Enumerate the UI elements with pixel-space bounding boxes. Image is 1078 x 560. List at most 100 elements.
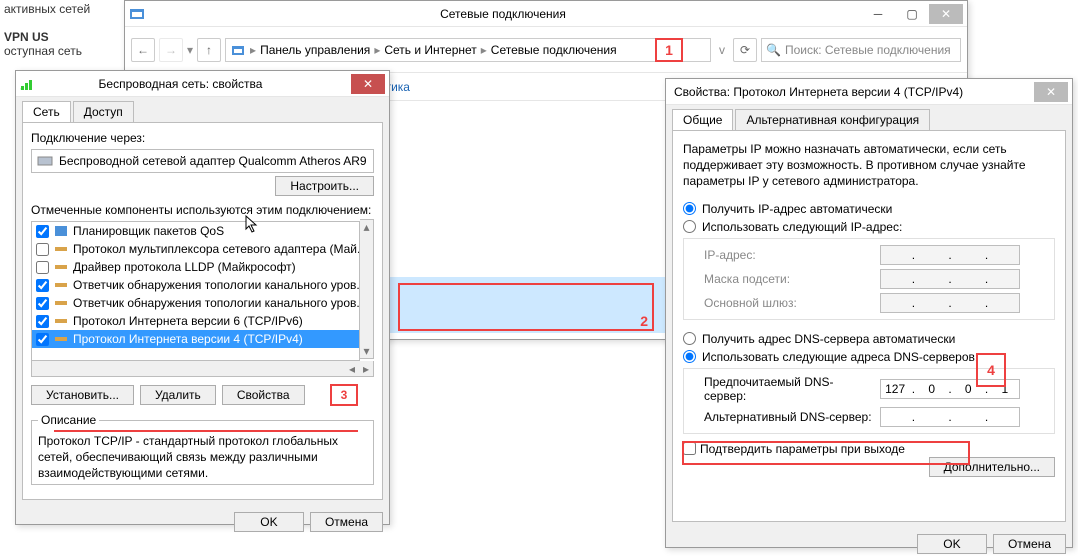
breadcrumb-sep-icon: ▸ bbox=[479, 43, 489, 57]
component-row-selected: Протокол Интернета версии 4 (TCP/IPv4) bbox=[32, 330, 359, 348]
component-row: Протокол Интернета версии 6 (TCP/IPv6) bbox=[32, 312, 359, 330]
breadcrumb-item[interactable]: Сетевые подключения bbox=[491, 43, 617, 57]
component-properties-button[interactable]: Свойства bbox=[222, 385, 305, 405]
search-icon: 🔍 bbox=[766, 43, 781, 57]
breadcrumb-item[interactable]: Панель управления bbox=[260, 43, 370, 57]
component-icon bbox=[53, 331, 69, 347]
radio-ip-manual[interactable]: Использовать следующий IP-адрес: bbox=[683, 218, 1055, 236]
component-checkbox[interactable] bbox=[36, 297, 49, 310]
callout-3: 3 bbox=[330, 384, 358, 406]
scroll-right-icon[interactable]: ▸ bbox=[359, 362, 373, 376]
component-checkbox[interactable] bbox=[36, 333, 49, 346]
component-icon bbox=[53, 241, 69, 257]
component-label: Протокол Интернета версии 4 (TCP/IPv4) bbox=[73, 332, 303, 346]
component-icon bbox=[53, 295, 69, 311]
radio-input[interactable] bbox=[683, 332, 696, 345]
address-icon bbox=[230, 42, 246, 58]
breadcrumb-sep-icon: ▸ bbox=[248, 43, 258, 57]
component-row: Драйвер протокола LLDP (Майкрософт) bbox=[32, 258, 359, 276]
configure-button[interactable]: Настроить... bbox=[275, 176, 374, 196]
address-dropdown[interactable]: v bbox=[715, 43, 729, 57]
component-row: Планировщик пакетов QoS bbox=[32, 222, 359, 240]
description-body: Протокол TCP/IP - стандартный протокол г… bbox=[38, 433, 367, 482]
radio-label: Использовать следующие адреса DNS-сервер… bbox=[702, 350, 978, 364]
tab-access[interactable]: Доступ bbox=[73, 101, 134, 122]
cursor-icon bbox=[245, 215, 259, 235]
components-list[interactable]: Планировщик пакетов QoS Протокол мультип… bbox=[31, 221, 360, 361]
octet[interactable]: 127 bbox=[882, 382, 908, 396]
bg-line1: активных сетей bbox=[4, 2, 120, 16]
address-bar[interactable]: ▸ Панель управления ▸ Сеть и Интернет ▸ … bbox=[225, 38, 711, 62]
component-label: Драйвер протокола LLDP (Майкрософт) bbox=[73, 260, 296, 274]
ipv4-info-text: Параметры IP можно назначать автоматичес… bbox=[683, 141, 1055, 190]
tab-general[interactable]: Общие bbox=[672, 109, 733, 130]
callout-1: 1 bbox=[655, 38, 683, 62]
component-checkbox[interactable] bbox=[36, 279, 49, 292]
scroll-up-icon[interactable]: ▴ bbox=[363, 220, 369, 234]
remove-button[interactable]: Удалить bbox=[140, 385, 216, 405]
adapter-name: Беспроводной сетевой адаптер Qualcomm At… bbox=[59, 154, 367, 168]
ipv4-titlebar: Свойства: Протокол Интернета версии 4 (T… bbox=[666, 79, 1072, 105]
nav-up-button[interactable]: ↑ bbox=[197, 38, 221, 62]
scroll-down-icon[interactable]: ▾ bbox=[363, 344, 369, 358]
ok-button[interactable]: OK bbox=[917, 534, 987, 554]
search-box[interactable]: 🔍 Поиск: Сетевые подключения bbox=[761, 38, 961, 62]
refresh-button[interactable]: ⟳ bbox=[733, 38, 757, 62]
close-button[interactable]: ✕ bbox=[929, 4, 963, 24]
radio-dns-auto[interactable]: Получить адрес DNS-сервера автоматически bbox=[683, 330, 1055, 348]
cancel-button[interactable]: Отмена bbox=[993, 534, 1066, 554]
minimize-button[interactable]: ─ bbox=[861, 4, 895, 24]
properties-titlebar: Беспроводная сеть: свойства ✕ bbox=[16, 71, 389, 97]
octet[interactable]: 0 bbox=[919, 382, 945, 396]
dns-pref-label: Предпочитаемый DNS-сервер: bbox=[704, 375, 874, 403]
breadcrumb-item[interactable]: Сеть и Интернет bbox=[384, 43, 476, 57]
component-label: Ответчик обнаружения топологии канальног… bbox=[73, 278, 360, 292]
component-label: Планировщик пакетов QoS bbox=[73, 224, 224, 238]
search-placeholder: Поиск: Сетевые подключения bbox=[785, 43, 951, 57]
ip-address-label: IP-адрес: bbox=[704, 248, 874, 262]
close-button[interactable]: ✕ bbox=[351, 74, 385, 94]
properties-title: Беспроводная сеть: свойства bbox=[36, 77, 325, 91]
install-button[interactable]: Установить... bbox=[31, 385, 134, 405]
radio-label: Получить IP-адрес автоматически bbox=[702, 202, 892, 216]
breadcrumb-sep-icon: ▸ bbox=[372, 43, 382, 57]
bg-line3: оступная сеть bbox=[4, 44, 120, 58]
tab-network[interactable]: Сеть bbox=[22, 101, 71, 122]
cancel-button[interactable]: Отмена bbox=[310, 512, 383, 532]
explorer-toolbar: ← → ▾ ↑ ▸ Панель управления ▸ Сеть и Инт… bbox=[125, 27, 967, 73]
background-sidebar: активных сетей VPN US оступная сеть bbox=[0, 0, 124, 60]
ok-button[interactable]: OK bbox=[234, 512, 304, 532]
radio-ip-auto[interactable]: Получить IP-адрес автоматически bbox=[683, 200, 1055, 218]
adapter-icon bbox=[37, 153, 53, 169]
tab-alt[interactable]: Альтернативная конфигурация bbox=[735, 109, 930, 130]
radio-label: Использовать следующий IP-адрес: bbox=[702, 220, 902, 234]
radio-input[interactable] bbox=[683, 350, 696, 363]
radio-input[interactable] bbox=[683, 220, 696, 233]
component-checkbox[interactable] bbox=[36, 225, 49, 238]
maximize-button[interactable]: ▢ bbox=[895, 4, 929, 24]
components-scrollbar[interactable]: ▴ ▾ bbox=[360, 219, 374, 359]
bg-line2: VPN US bbox=[4, 30, 120, 44]
ip-address-field: ... bbox=[880, 245, 1020, 265]
component-icon bbox=[53, 277, 69, 293]
component-checkbox[interactable] bbox=[36, 261, 49, 274]
nav-dropdown[interactable]: ▾ bbox=[187, 43, 193, 57]
radio-label: Получить адрес DNS-сервера автоматически bbox=[702, 332, 955, 346]
explorer-titlebar: Сетевые подключения ─ ▢ ✕ bbox=[125, 1, 967, 27]
component-checkbox[interactable] bbox=[36, 315, 49, 328]
nav-back-button[interactable]: ← bbox=[131, 38, 155, 62]
component-icon bbox=[53, 259, 69, 275]
component-label: Протокол Интернета версии 6 (TCP/IPv6) bbox=[73, 314, 303, 328]
component-row: Ответчик обнаружения топологии канальног… bbox=[32, 294, 359, 312]
adapter-field: Беспроводной сетевой адаптер Qualcomm At… bbox=[31, 149, 374, 173]
ipv4-tabs: Общие Альтернативная конфигурация bbox=[666, 105, 1072, 130]
close-button[interactable]: ✕ bbox=[1034, 82, 1068, 102]
ipv4-window: Свойства: Протокол Интернета версии 4 (T… bbox=[665, 78, 1073, 548]
properties-tabs: Сеть Доступ bbox=[16, 97, 389, 122]
properties-window: Беспроводная сеть: свойства ✕ Сеть Досту… bbox=[15, 70, 390, 525]
nav-forward-button[interactable]: → bbox=[159, 38, 183, 62]
radio-input[interactable] bbox=[683, 202, 696, 215]
component-checkbox[interactable] bbox=[36, 243, 49, 256]
dns-alt-field[interactable]: ... bbox=[880, 407, 1020, 427]
scroll-left-icon[interactable]: ◂ bbox=[345, 362, 359, 376]
